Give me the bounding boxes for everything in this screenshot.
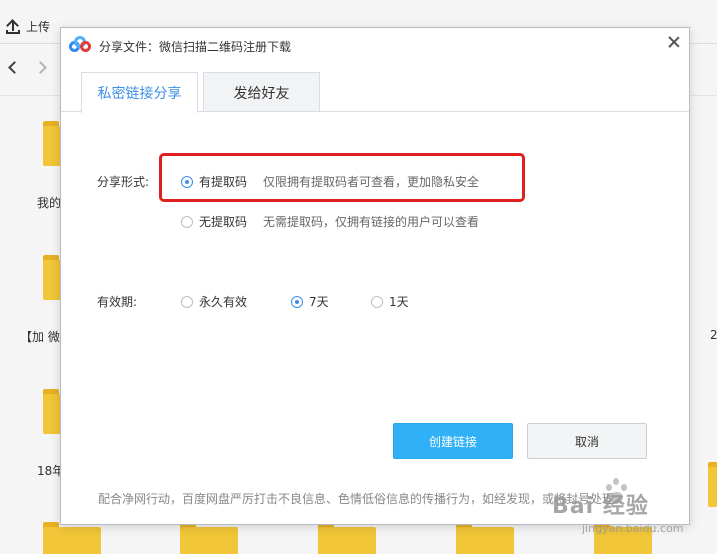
dialog-title: 分享文件：微信扫描二维码注册下载 — [99, 40, 292, 54]
radio-without-code[interactable]: 无提取码 无需提取码，仅拥有链接的用户可以查看 — [181, 213, 479, 230]
radio-validity-1day-label: 1天 — [389, 295, 409, 309]
tab-send-friends[interactable]: 发给好友 — [203, 72, 320, 112]
radio-validity-forever-label: 永久有效 — [199, 295, 248, 309]
share-tabs: 私密链接分享 发给好友 — [81, 72, 320, 113]
radio-validity-7days-label: 7天 — [309, 295, 329, 309]
radio-unselected-icon — [181, 215, 193, 228]
radio-unselected-icon — [181, 295, 193, 308]
watermark-sub: jingyan.baidu.com — [582, 522, 684, 535]
tab-private-link[interactable]: 私密链接分享 — [81, 72, 198, 113]
radio-validity-7days[interactable]: 7天 — [291, 293, 329, 310]
dialog-title-bar: 分享文件：微信扫描二维码注册下载 — [61, 28, 689, 62]
radio-selected-icon — [291, 295, 303, 308]
watermark: Bai 经验 jingyan.baidu.com — [552, 478, 712, 538]
share-form-label: 分享形式: — [97, 175, 150, 189]
validity-label: 有效期: — [97, 295, 138, 309]
create-link-button[interactable]: 创建链接 — [393, 423, 513, 459]
share-dialog: 分享文件：微信扫描二维码注册下载 私密链接分享 发给好友 分享形式: 有提取码 … — [60, 27, 690, 525]
radio-without-code-label: 无提取码 — [199, 215, 248, 229]
cancel-button[interactable]: 取消 — [527, 423, 647, 459]
radio-validity-1day[interactable]: 1天 — [371, 293, 409, 310]
policy-notice: 配合净网行动，百度网盘严厉打击不良信息、色情低俗信息的传播行为，如经发现，或将封… — [98, 492, 627, 506]
radio-unselected-icon — [371, 295, 383, 308]
radio-without-code-desc: 无需提取码，仅拥有链接的用户可以查看 — [263, 215, 480, 229]
red-highlight-box — [159, 153, 525, 202]
watermark-main: Bai 经验 — [552, 494, 649, 519]
radio-validity-forever[interactable]: 永久有效 — [181, 293, 247, 310]
baidu-cloud-icon — [69, 36, 91, 54]
close-icon[interactable] — [665, 33, 683, 51]
